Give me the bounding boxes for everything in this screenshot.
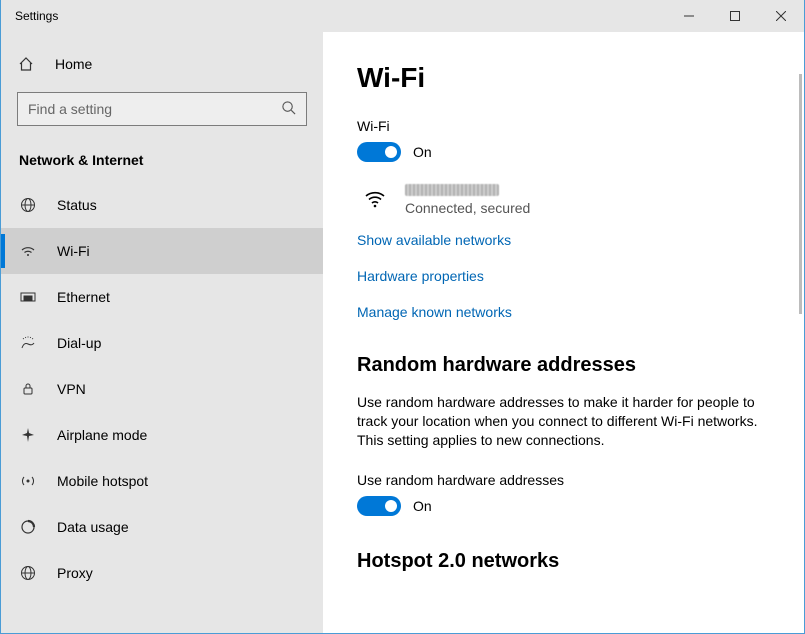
search-box[interactable] (17, 92, 307, 126)
airplane-icon (19, 427, 37, 443)
status-icon (19, 197, 37, 213)
link-manage-known-networks[interactable]: Manage known networks (357, 304, 770, 320)
wifi-label: Wi-Fi (357, 118, 770, 134)
random-hw-toggle[interactable] (357, 496, 401, 516)
wifi-signal-icon (363, 184, 387, 213)
hotspot-heading: Hotspot 2.0 networks (357, 550, 770, 573)
home-label: Home (55, 56, 92, 72)
link-show-networks[interactable]: Show available networks (357, 232, 770, 248)
sidebar-item-proxy[interactable]: Proxy (1, 550, 323, 596)
scrollbar[interactable] (799, 74, 802, 314)
main-pane: Wi-Fi Wi-Fi On Connected, secured Show a… (323, 32, 804, 633)
datausage-icon (19, 519, 37, 535)
sidebar-item-label: VPN (57, 381, 86, 397)
link-hardware-properties[interactable]: Hardware properties (357, 268, 770, 284)
sidebar-item-ethernet[interactable]: Ethernet (1, 274, 323, 320)
sidebar-item-wifi[interactable]: Wi-Fi (1, 228, 323, 274)
sidebar-item-datausage[interactable]: Data usage (1, 504, 323, 550)
sidebar-item-label: Proxy (57, 565, 93, 581)
current-network[interactable]: Connected, secured (357, 184, 770, 216)
sidebar-item-label: Mobile hotspot (57, 473, 148, 489)
network-ssid-redacted (405, 184, 499, 196)
close-button[interactable] (758, 0, 804, 32)
section-title: Network & Internet (1, 126, 323, 182)
wifi-icon (19, 243, 37, 259)
sidebar-item-dialup[interactable]: Dial-up (1, 320, 323, 366)
sidebar-item-vpn[interactable]: VPN (1, 366, 323, 412)
page-title: Wi-Fi (357, 62, 770, 94)
sidebar-item-hotspot[interactable]: Mobile hotspot (1, 458, 323, 504)
sidebar-item-airplane[interactable]: Airplane mode (1, 412, 323, 458)
random-hw-description: Use random hardware addresses to make it… (357, 393, 770, 450)
proxy-icon (19, 565, 37, 581)
sidebar-item-label: Status (57, 197, 97, 213)
sidebar-item-label: Wi-Fi (57, 243, 90, 259)
home-icon (17, 56, 35, 72)
sidebar-item-status[interactable]: Status (1, 182, 323, 228)
home-item[interactable]: Home (1, 46, 323, 82)
sidebar-item-label: Airplane mode (57, 427, 147, 443)
search-input[interactable] (28, 101, 281, 117)
vpn-icon (19, 381, 37, 397)
search-icon (281, 100, 296, 118)
wifi-toggle[interactable] (357, 142, 401, 162)
random-hw-toggle-state: On (413, 498, 432, 514)
random-hw-label: Use random hardware addresses (357, 472, 770, 488)
sidebar-item-label: Ethernet (57, 289, 110, 305)
wifi-toggle-state: On (413, 144, 432, 160)
hotspot-icon (19, 473, 37, 489)
network-status: Connected, secured (405, 200, 530, 216)
minimize-button[interactable] (666, 0, 712, 32)
random-hw-heading: Random hardware addresses (357, 354, 770, 377)
dialup-icon (19, 335, 37, 351)
ethernet-icon (19, 289, 37, 305)
sidebar-item-label: Dial-up (57, 335, 101, 351)
sidebar-item-label: Data usage (57, 519, 129, 535)
maximize-button[interactable] (712, 0, 758, 32)
title-bar: Settings (1, 0, 804, 32)
sidebar: Home Network & Internet Status Wi-Fi (1, 32, 323, 633)
window-title: Settings (1, 9, 58, 23)
